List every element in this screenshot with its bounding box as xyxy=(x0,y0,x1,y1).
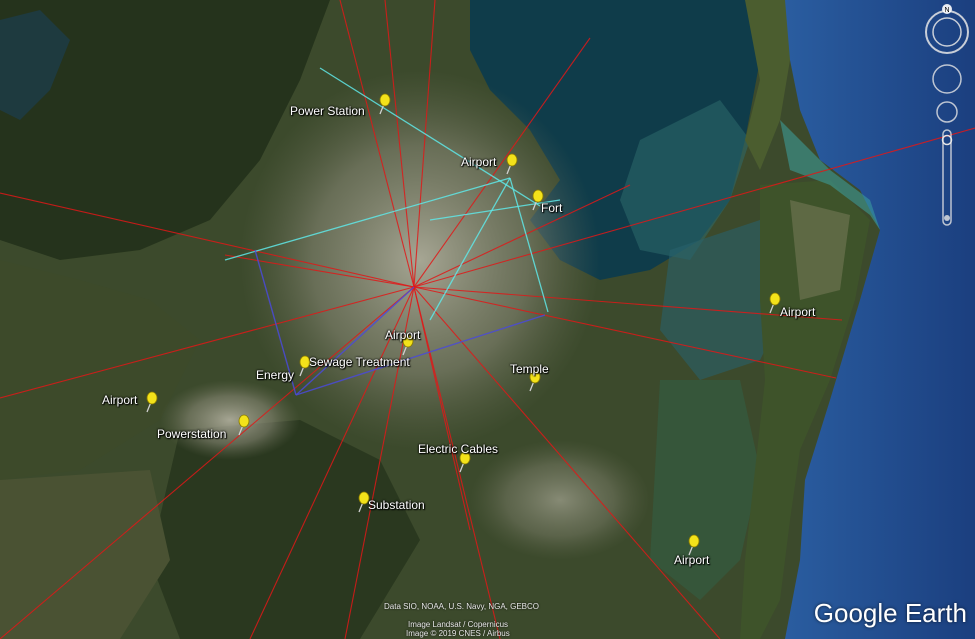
look-joystick-icon[interactable] xyxy=(932,64,962,94)
pushpin-icon[interactable] xyxy=(379,93,391,115)
attribution-data: Data SIO, NOAA, U.S. Navy, NGA, GEBCO xyxy=(384,602,539,611)
placemark-label-powerstation[interactable]: Powerstation xyxy=(157,427,226,441)
move-joystick-icon[interactable] xyxy=(936,101,958,123)
placemark-label-electric-cables[interactable]: Electric Cables xyxy=(418,442,498,456)
pushpin-icon[interactable] xyxy=(146,391,158,413)
placemark-label-airport-island[interactable]: Airport xyxy=(780,305,815,319)
attribution-image-landsat: Image Landsat / Copernicus xyxy=(408,620,509,629)
pushpin-icon[interactable] xyxy=(238,414,250,436)
compass-icon[interactable]: N xyxy=(925,4,969,54)
navigation-controls: N xyxy=(925,4,969,226)
placemark-label-power-station[interactable]: Power Station xyxy=(290,104,365,118)
google-earth-logo: Google Earth xyxy=(813,598,967,628)
placemark-label-airport-central[interactable]: Airport xyxy=(385,328,420,342)
placemark-label-substation[interactable]: Substation xyxy=(368,498,425,512)
pushpin-icon[interactable] xyxy=(688,534,700,556)
pushpin-icon[interactable] xyxy=(769,292,781,314)
placemark-label-fort[interactable]: Fort xyxy=(541,201,562,215)
placemark-label-airport-south[interactable]: Airport xyxy=(674,553,709,567)
placemark-label-airport-west[interactable]: Airport xyxy=(102,393,137,407)
placemark-label-temple[interactable]: Temple xyxy=(510,362,549,376)
placemark-pins xyxy=(146,93,781,556)
map-view[interactable]: Power Station Airport Fort Airport Airpo… xyxy=(0,0,975,639)
placemark-label-airport-north[interactable]: Airport xyxy=(461,155,496,169)
pushpin-icon[interactable] xyxy=(506,153,518,175)
compass-north-label: N xyxy=(944,7,949,14)
placemark-label-sewage-treatment[interactable]: Sewage Treatment xyxy=(309,355,410,369)
placemark-label-energy[interactable]: Energy xyxy=(256,368,294,382)
attribution-image-cnes: Image © 2019 CNES / Airbus xyxy=(406,629,510,638)
zoom-slider-icon[interactable] xyxy=(941,129,953,226)
